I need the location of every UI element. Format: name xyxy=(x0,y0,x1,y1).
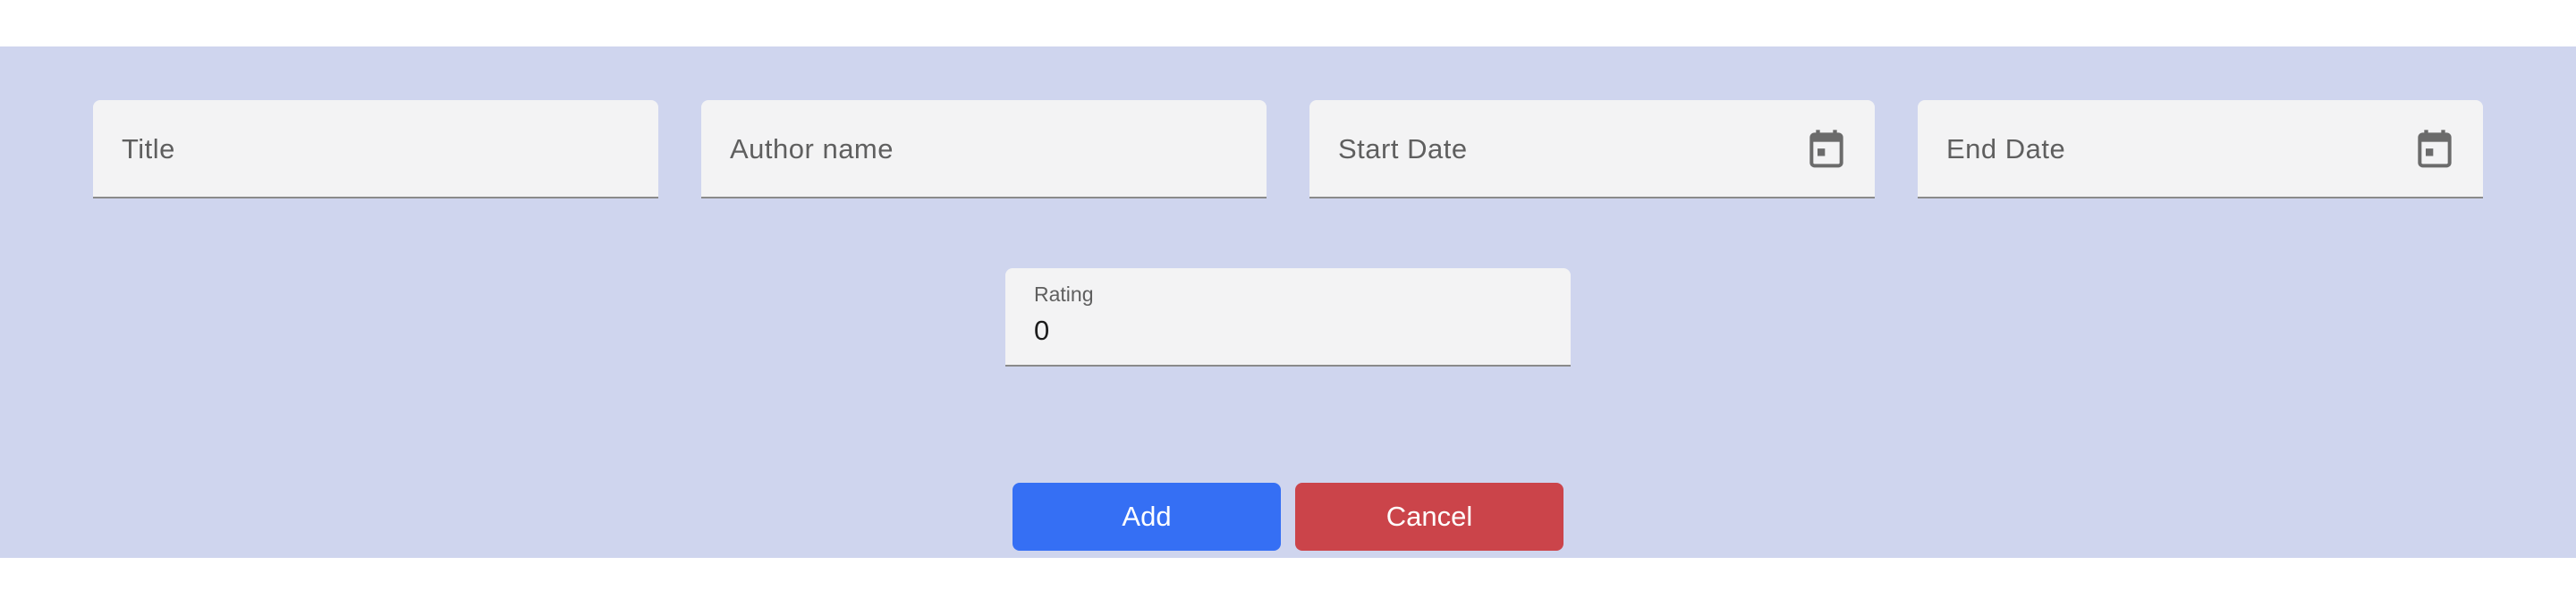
title-placeholder: Title xyxy=(122,133,175,165)
calendar-icon[interactable] xyxy=(2417,130,2453,169)
calendar-icon[interactable] xyxy=(1809,130,1844,169)
start-date-placeholder: Start Date xyxy=(1338,133,1468,165)
cancel-button[interactable]: Cancel xyxy=(1295,483,1563,551)
author-name-placeholder: Author name xyxy=(730,133,894,165)
add-book-form-panel: Title Author name Start Date End Date Ra… xyxy=(0,46,2576,558)
start-date-field[interactable]: Start Date xyxy=(1309,100,1875,198)
rating-field[interactable]: Rating 0 xyxy=(1005,268,1571,367)
rating-label: Rating xyxy=(1034,283,1094,306)
author-name-field[interactable]: Author name xyxy=(701,100,1267,198)
end-date-field[interactable]: End Date xyxy=(1918,100,2483,198)
title-field[interactable]: Title xyxy=(93,100,658,198)
rating-value[interactable]: 0 xyxy=(1034,315,1049,347)
end-date-placeholder: End Date xyxy=(1946,133,2066,165)
add-button[interactable]: Add xyxy=(1013,483,1281,551)
